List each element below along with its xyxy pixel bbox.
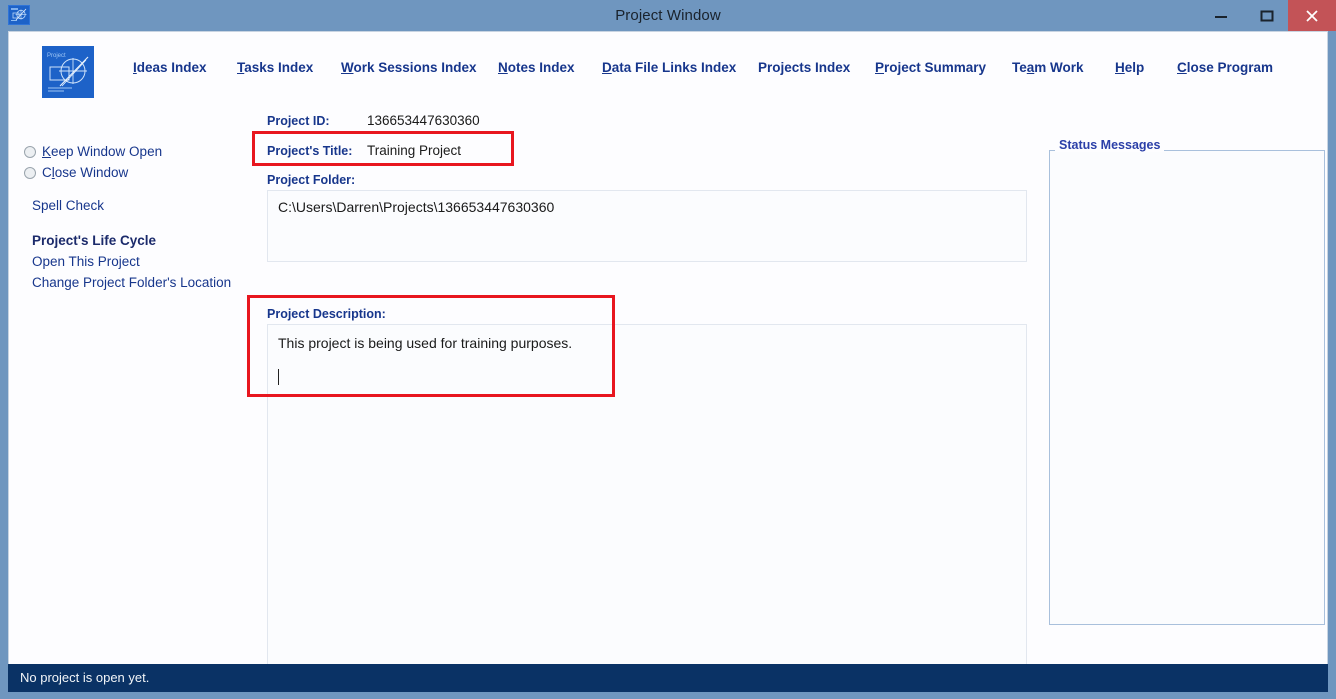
project-description-input[interactable]: This project is being used for training … <box>267 324 1027 692</box>
menu-item-project-summary[interactable]: Project Summary <box>875 32 986 104</box>
project-id-label: Project ID: <box>267 114 330 128</box>
menu-item-close-program[interactable]: Close Program <box>1177 32 1273 104</box>
menu-item-help[interactable]: Help <box>1115 32 1144 104</box>
status-messages-legend: Status Messages <box>1055 138 1165 152</box>
title-bar: Project Window <box>0 0 1336 31</box>
maximize-icon[interactable] <box>1244 0 1290 31</box>
menu-item-notes-index[interactable]: Notes Index <box>498 32 575 104</box>
project-id-value: 136653447630360 <box>367 113 480 128</box>
menu-item-ideas-index[interactable]: Ideas Index <box>133 32 207 104</box>
project-description-text: This project is being used for training … <box>278 335 573 351</box>
status-bar-message: No project is open yet. <box>20 670 150 685</box>
left-sidebar: Keep Window Open Close Window Spell Check P… <box>9 104 259 665</box>
radio-label: Keep Window Open <box>42 144 163 159</box>
window-title: Project Window <box>615 7 721 24</box>
status-messages-box <box>1049 150 1325 625</box>
application-window: Project Window Project Ideas Index Tasks… <box>0 0 1336 699</box>
sidebar-link-open-this-project[interactable]: Open This Project <box>32 254 140 269</box>
text-cursor <box>278 369 279 385</box>
menu-item-work-sessions-index[interactable]: Work Sessions Index <box>341 32 477 104</box>
project-logo: Project <box>42 46 94 98</box>
minimize-icon[interactable] <box>1198 0 1244 31</box>
project-folder-label: Project Folder: <box>267 173 356 187</box>
radio-close-window[interactable]: Close Window <box>24 164 128 182</box>
project-folder-input[interactable]: C:\Users\Darren\Projects\136653447630360 <box>267 190 1027 262</box>
project-title-label: Project's Title: <box>267 144 353 158</box>
close-icon[interactable] <box>1288 0 1336 31</box>
menu-item-team-work[interactable]: Team Work <box>1012 32 1084 104</box>
menu-item-tasks-index[interactable]: Tasks Index <box>237 32 313 104</box>
radio-indicator <box>24 167 36 179</box>
life-cycle-heading: Project's Life Cycle <box>32 233 157 248</box>
menu-item-data-file-links-index[interactable]: Data File Links Index <box>602 32 736 104</box>
spell-check-link[interactable]: Spell Check <box>32 198 104 213</box>
sidebar-link-change-project-folder-s-location[interactable]: Change Project Folder's Location <box>32 275 231 290</box>
radio-indicator <box>24 146 36 158</box>
project-title-input[interactable]: Training Project <box>367 143 461 158</box>
main-menu-bar: Project Ideas Index Tasks Index Work Sessi… <box>9 32 1327 104</box>
project-description-label: Project Description: <box>267 307 386 321</box>
menu-item-projects-index[interactable]: Projects Index <box>758 32 850 104</box>
radio-keep-window-open[interactable]: Keep Window Open <box>24 143 162 161</box>
project-form: Project ID: 136653447630360 Project's Ti… <box>247 104 1049 692</box>
radio-label: Close Window <box>42 165 129 180</box>
svg-text:Project: Project <box>47 53 66 59</box>
status-bar: No project is open yet. <box>8 664 1328 692</box>
client-area: Project Ideas Index Tasks Index Work Sessi… <box>8 31 1328 692</box>
status-messages-list[interactable] <box>1050 151 1324 624</box>
status-messages-panel: Status Messages <box>1049 104 1327 665</box>
